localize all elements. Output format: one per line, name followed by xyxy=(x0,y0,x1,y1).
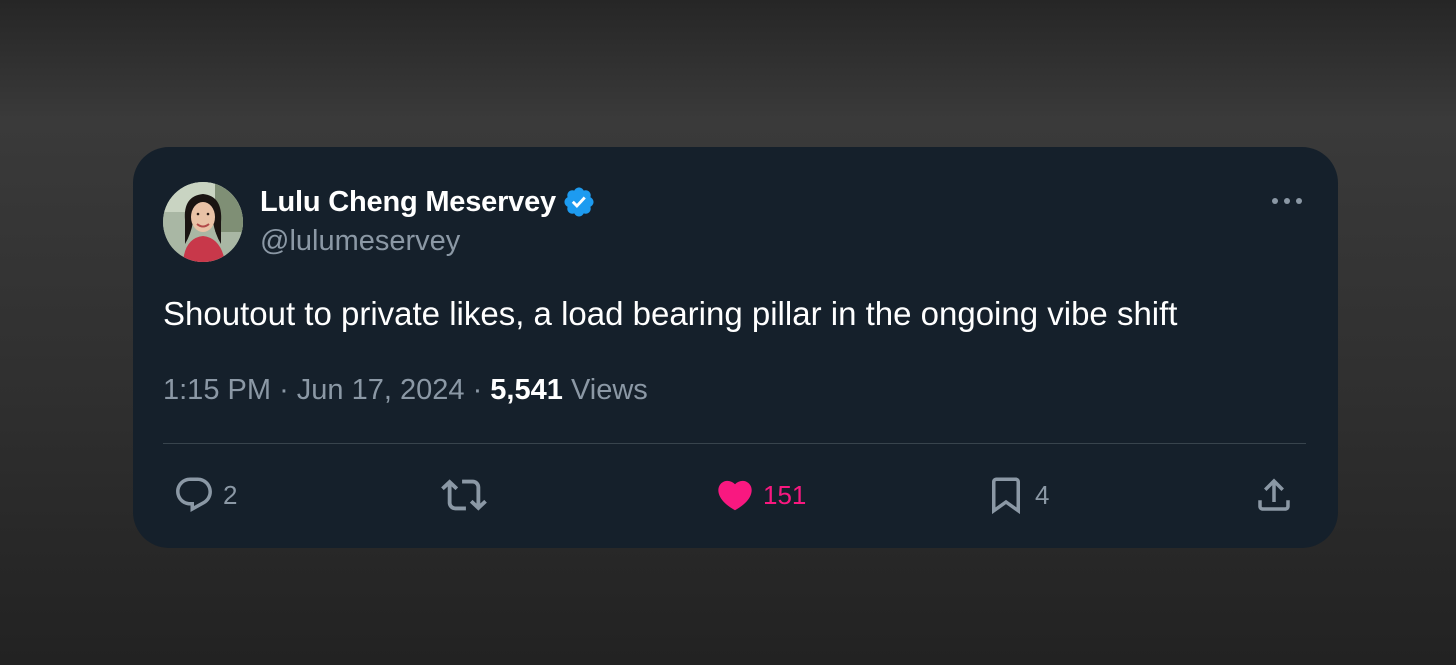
reply-count: 2 xyxy=(223,479,238,510)
avatar-photo xyxy=(163,182,243,262)
reply-button[interactable]: 2 xyxy=(173,473,237,517)
more-options-icon[interactable] xyxy=(1270,191,1304,211)
avatar[interactable] xyxy=(163,182,243,262)
author-display-name[interactable]: Lulu Cheng Meservey xyxy=(260,186,556,219)
bookmark-count: 4 xyxy=(1035,479,1050,510)
tweet-text: Shoutout to private likes, a load bearin… xyxy=(163,295,1178,332)
bookmark-icon xyxy=(992,477,1020,515)
reply-icon xyxy=(176,477,212,512)
like-button[interactable]: 151 xyxy=(715,473,806,517)
author-name-row: Lulu Cheng Meservey xyxy=(260,184,596,220)
retweet-icon xyxy=(441,479,487,511)
views-label: Views xyxy=(570,374,648,406)
bookmark-button[interactable]: 4 xyxy=(985,473,1049,517)
meta-separator: · xyxy=(472,374,483,406)
share-icon xyxy=(1258,478,1290,511)
retweet-button[interactable] xyxy=(441,473,495,517)
verified-badge-icon[interactable] xyxy=(562,185,596,219)
tweet-metadata: 1:15 PM · Jun 17, 2024 · 5,541 Views xyxy=(163,374,648,407)
tweet-time[interactable]: 1:15 PM xyxy=(163,374,271,406)
share-button[interactable] xyxy=(1253,473,1303,517)
views-count: 5,541 xyxy=(490,374,563,406)
divider xyxy=(163,443,1306,444)
meta-separator: · xyxy=(279,374,289,406)
author-handle[interactable]: @lulumeservey xyxy=(260,225,460,258)
tweet-date[interactable]: Jun 17, 2024 xyxy=(297,374,465,406)
heart-icon xyxy=(718,480,752,511)
tweet-card: Lulu Cheng Meservey @lulumeservey Shouto… xyxy=(133,147,1338,548)
like-count: 151 xyxy=(763,479,807,510)
